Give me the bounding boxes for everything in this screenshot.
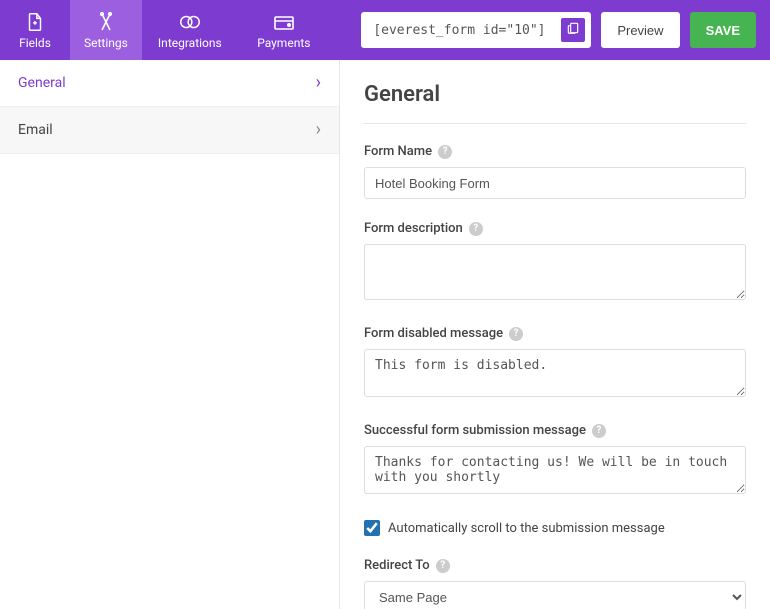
copy-shortcode-button[interactable] (561, 18, 585, 42)
form-description-label: Form description ? (364, 221, 746, 236)
autoscroll-label: Automatically scroll to the submission m… (388, 521, 665, 536)
save-button[interactable]: SAVE (690, 12, 756, 48)
shortcode-box (361, 12, 591, 48)
clipboard-icon (566, 21, 580, 39)
help-icon[interactable]: ? (469, 222, 483, 236)
form-name-input[interactable] (364, 167, 746, 199)
tools-icon (94, 10, 118, 34)
field-disabled-message: Form disabled message ? (364, 326, 746, 401)
tab-payments[interactable]: Payments (238, 0, 330, 60)
tab-fields[interactable]: Fields (0, 0, 70, 60)
help-icon[interactable]: ? (592, 424, 606, 438)
field-success-message: Successful form submission message ? (364, 423, 746, 498)
help-icon[interactable]: ? (438, 145, 452, 159)
nav-tabs: Fields Settings Integrations Payments (0, 0, 330, 60)
success-message-input[interactable] (364, 446, 746, 494)
autoscroll-checkbox[interactable] (364, 520, 380, 536)
tab-payments-label: Payments (257, 36, 310, 50)
form-description-input[interactable] (364, 244, 746, 300)
payments-icon (272, 10, 296, 34)
tab-settings-label: Settings (84, 36, 128, 50)
main-area: General › Email › General Form Name ? Fo… (0, 60, 770, 609)
sidebar-item-label: Email (18, 122, 53, 138)
tab-integrations-label: Integrations (158, 36, 222, 50)
settings-sidebar: General › Email › (0, 60, 340, 609)
preview-button[interactable]: Preview (601, 12, 679, 48)
chevron-right-icon: › (316, 121, 321, 139)
sidebar-item-email[interactable]: Email › (0, 107, 339, 154)
top-toolbar: Fields Settings Integrations Payments (0, 0, 770, 60)
tab-settings[interactable]: Settings (70, 0, 142, 60)
disabled-message-input[interactable] (364, 349, 746, 397)
toolbar-right: Preview SAVE (361, 0, 770, 60)
field-redirect-to: Redirect To ? Same Page (364, 558, 746, 609)
integrations-icon (178, 10, 202, 34)
help-icon[interactable]: ? (436, 559, 450, 573)
settings-content: General Form Name ? Form description ? F… (340, 60, 770, 609)
disabled-message-label: Form disabled message ? (364, 326, 746, 341)
file-icon (23, 10, 47, 34)
tab-integrations[interactable]: Integrations (142, 0, 238, 60)
tab-fields-label: Fields (19, 36, 51, 50)
redirect-to-label: Redirect To ? (364, 558, 746, 573)
sidebar-item-label: General (18, 75, 66, 91)
form-name-label: Form Name ? (364, 144, 746, 159)
success-message-label: Successful form submission message ? (364, 423, 746, 438)
divider (364, 123, 746, 124)
help-icon[interactable]: ? (509, 327, 523, 341)
autoscroll-checkbox-row[interactable]: Automatically scroll to the submission m… (364, 520, 746, 536)
field-form-description: Form description ? (364, 221, 746, 304)
shortcode-input[interactable] (367, 19, 557, 42)
redirect-to-select[interactable]: Same Page (364, 581, 746, 609)
sidebar-item-general[interactable]: General › (0, 60, 339, 107)
page-title: General (364, 82, 746, 107)
chevron-right-icon: › (316, 74, 321, 92)
field-form-name: Form Name ? (364, 144, 746, 199)
